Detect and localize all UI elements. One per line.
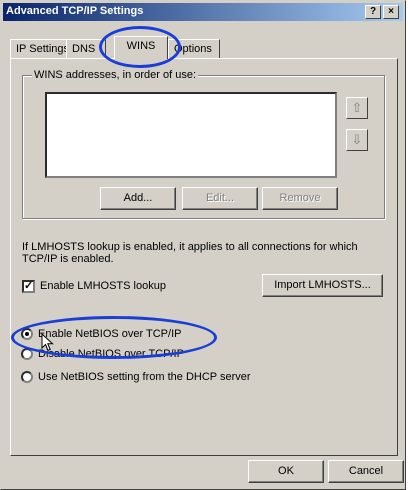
wins-group-label: WINS addresses, in order of use: [32,69,199,81]
move-up-icon[interactable]: ⇧ [346,97,368,119]
title-bar[interactable]: Advanced TCP/IP Settings ? × [3,3,403,21]
remove-button-label: Remove [279,192,321,204]
add-button-label: Add... [123,192,153,204]
tab-label: DNS [72,43,96,55]
netbios-dhcp-label[interactable]: Use NetBIOS setting from the DHCP server [38,371,251,383]
move-down-icon[interactable]: ⇩ [346,129,368,151]
enable-lmhosts-label[interactable]: Enable LMHOSTS lookup [40,280,166,292]
cancel-button-label: Cancel [348,465,384,477]
enable-lmhosts-checkbox[interactable]: ✓ [22,280,35,293]
edit-button[interactable]: Edit... [182,187,258,210]
lmhosts-info-text: If LMHOSTS lookup is enabled, it applies… [22,241,358,265]
remove-button[interactable]: Remove [262,187,338,210]
netbios-dhcp-radio[interactable] [21,371,33,383]
tab-label: IP Settings [16,43,69,55]
wins-address-list[interactable] [45,92,337,178]
import-lmhosts-label: Import LMHOSTS... [274,279,371,291]
advanced-tcpip-dialog: Advanced TCP/IP Settings ? × IP Settings… [0,0,406,490]
cancel-button[interactable]: Cancel [328,460,404,483]
ok-button-label: OK [278,465,294,477]
tab-label: WINS [126,40,156,52]
help-button[interactable]: ? [365,5,381,19]
netbios-option-highlight-ellipse [11,316,217,359]
edit-button-label: Edit... [205,192,235,204]
add-button[interactable]: Add... [100,187,176,210]
import-lmhosts-button[interactable]: Import LMHOSTS... [262,274,383,297]
ok-button[interactable]: OK [248,460,324,483]
tab-wins[interactable]: WINS [114,36,168,59]
close-button[interactable]: × [383,5,399,19]
window-title: Advanced TCP/IP Settings [6,5,144,17]
tab-ip-settings[interactable]: IP Settings [10,39,69,58]
